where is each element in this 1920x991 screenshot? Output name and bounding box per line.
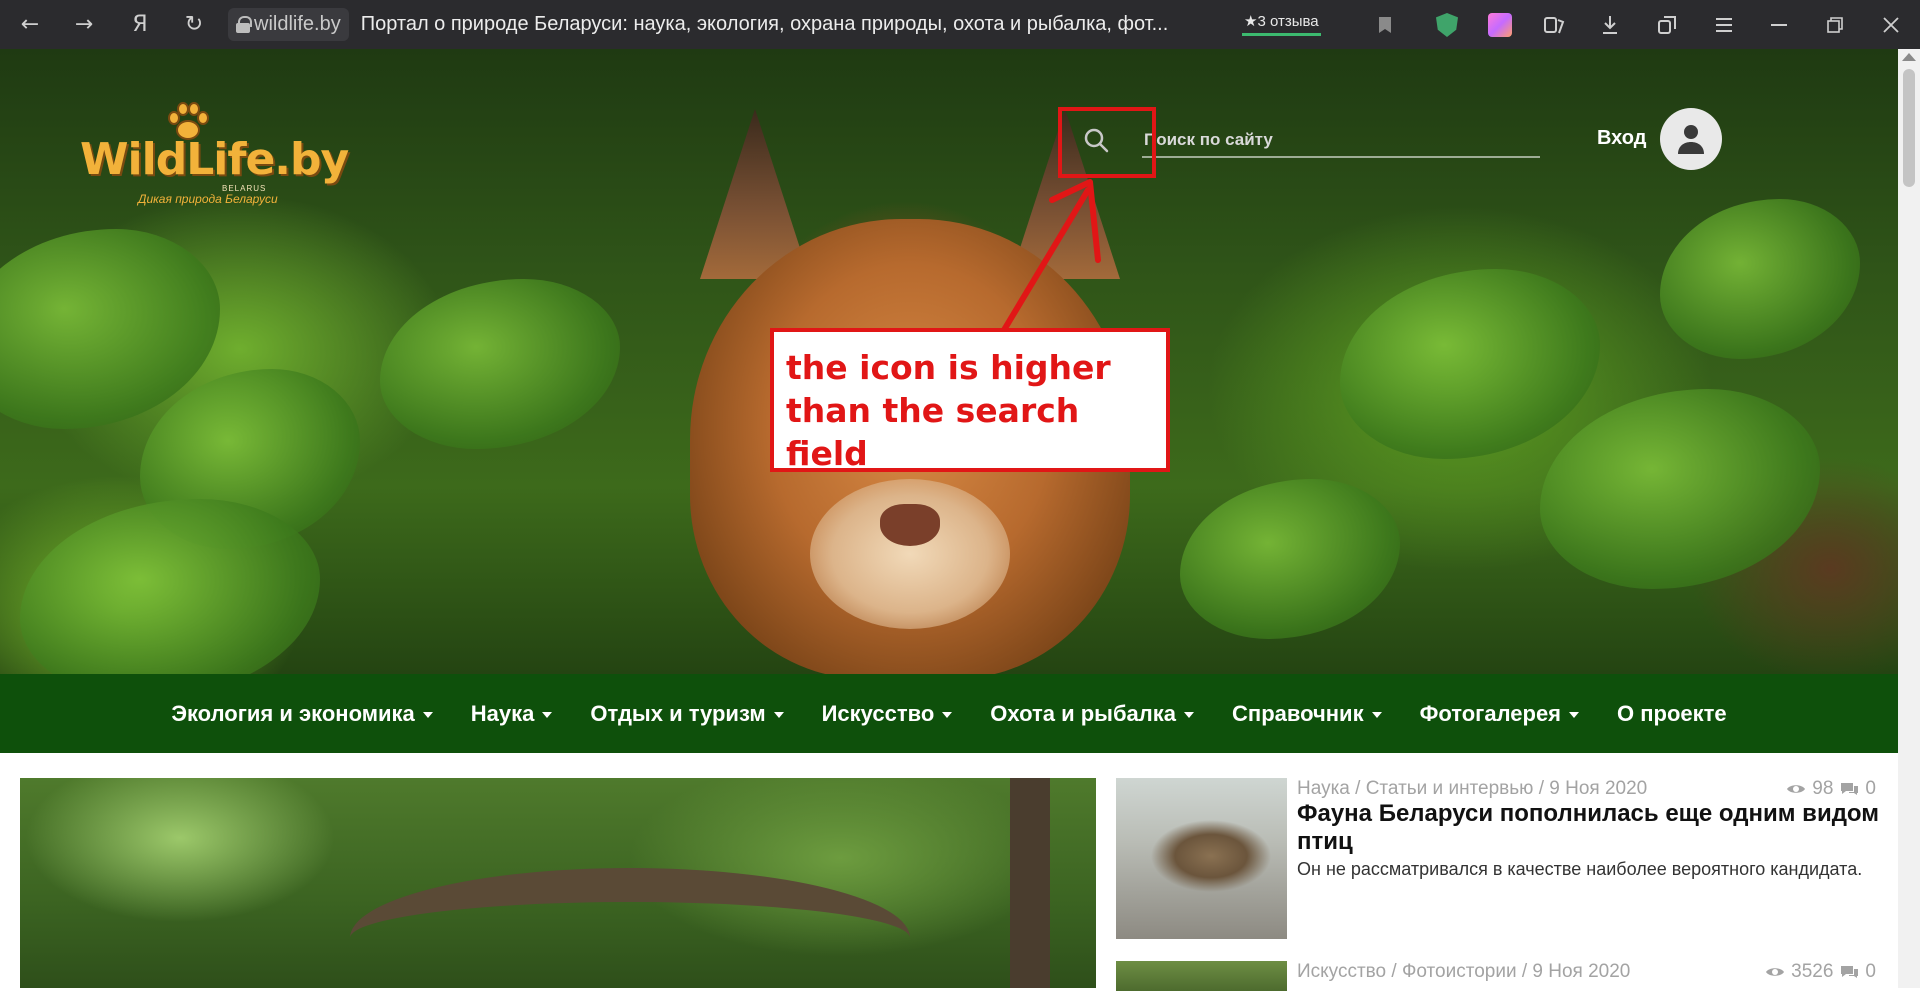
nav-item-label: Справочник [1232, 700, 1364, 726]
news-thumbnail[interactable] [1116, 961, 1287, 991]
domain-pill[interactable]: wildlife.by [228, 8, 349, 41]
comments-icon [1841, 966, 1859, 978]
scroll-up-icon[interactable] [1902, 53, 1916, 61]
comments-count: 0 [1865, 961, 1876, 982]
news-meta[interactable]: Наука / Статьи и интервью / 9 Ноя 2020 [1297, 778, 1647, 800]
minimize-icon[interactable] [1766, 12, 1792, 38]
hero-banner: WildLife.by BELARUS Дикая природа Белару… [0, 49, 1920, 674]
nav-item-tourism[interactable]: Отдых и туризм [590, 700, 784, 727]
download-icon[interactable] [1597, 12, 1623, 38]
collections-icon[interactable] [1541, 12, 1567, 38]
forward-arrow-icon[interactable]: → [68, 10, 100, 38]
annotation-line-2: than the search field [786, 391, 1080, 473]
news-excerpt: Он не рассматривался в качестве наиболее… [1297, 859, 1863, 879]
nav-item-label: Экология и экономика [171, 700, 415, 726]
annotation-arrow-icon [1001, 179, 1101, 333]
chevron-down-icon [422, 711, 433, 718]
views-count: 3526 [1791, 961, 1834, 982]
eye-icon [1787, 785, 1806, 793]
reviews-badge[interactable]: ★3 отзыва [1242, 8, 1321, 36]
chevron-down-icon [1371, 711, 1382, 718]
annotation-line-1: the icon is higher [786, 348, 1111, 387]
chevron-down-icon [1184, 711, 1195, 718]
search-input[interactable] [1142, 128, 1540, 158]
user-icon [1678, 125, 1704, 154]
reviews-label: ★3 отзыва [1244, 12, 1319, 30]
nav-item-gallery[interactable]: Фотогалерея [1419, 700, 1580, 727]
nav-item-science[interactable]: Наука [471, 701, 553, 727]
bookmark-icon[interactable] [1372, 12, 1398, 38]
gradient-extension-icon[interactable] [1487, 12, 1513, 38]
nav-item-about[interactable]: О проекте [1617, 701, 1727, 727]
news-title[interactable]: Фауна Беларуси пополнилась еще одним вид… [1297, 800, 1887, 856]
restore-window-icon[interactable] [1822, 12, 1848, 38]
menu-icon[interactable] [1711, 12, 1737, 38]
page-title: Портал о природе Беларуси: наука, эколог… [360, 13, 1169, 35]
nav-item-label: Наука [470, 700, 535, 726]
login-link[interactable]: Вход [1597, 127, 1646, 150]
close-window-icon[interactable] [1878, 12, 1904, 38]
comments-count: 0 [1865, 778, 1876, 799]
news-thumbnail[interactable] [1116, 778, 1287, 939]
reload-icon[interactable]: ↻ [178, 10, 210, 38]
nav-item-label: Фотогалерея [1419, 700, 1562, 726]
address-bar[interactable]: wildlife.by Портал о природе Беларуси: н… [228, 8, 1228, 41]
yandex-icon[interactable]: Я [124, 10, 156, 38]
nav-item-label: Искусство [821, 700, 935, 726]
browser-toolbar: ← → Я ↻ wildlife.by Портал о природе Бел… [0, 0, 1920, 49]
news-meta[interactable]: Искусство / Фотоистории / 9 Ноя 2020 [1297, 961, 1630, 983]
chevron-down-icon [1569, 711, 1580, 718]
eye-icon [1766, 968, 1785, 976]
nav-item-art[interactable]: Искусство [822, 701, 953, 727]
logo-tagline: Дикая природа Беларуси [138, 192, 278, 206]
chevron-down-icon [773, 711, 784, 718]
featured-article-image[interactable] [20, 778, 1096, 988]
tabs-icon[interactable] [1654, 12, 1680, 38]
news-stats: 98 0 [1786, 778, 1876, 800]
logo-text: WildLife.by [80, 134, 349, 185]
annotation-note: the icon is higher than the search field [770, 328, 1170, 473]
nav-item-label: Охота и рыбалка [990, 700, 1177, 726]
lock-icon [236, 16, 252, 33]
back-arrow-icon[interactable]: ← [14, 10, 46, 38]
chevron-down-icon [542, 711, 553, 718]
comments-icon [1841, 783, 1859, 795]
views-count: 98 [1812, 778, 1834, 799]
page-scrollbar[interactable] [1898, 49, 1920, 988]
domain-text: wildlife.by [254, 13, 341, 35]
nav-item-label: Отдых и туризм [590, 700, 766, 726]
chevron-down-icon [942, 711, 953, 718]
nav-item-reference[interactable]: Справочник [1232, 701, 1382, 727]
news-stats: 3526 0 [1765, 961, 1876, 983]
shield-extension-icon[interactable] [1434, 12, 1460, 38]
news-item[interactable]: Искусство / Фотоистории / 9 Ноя 2020 352… [1116, 961, 1876, 991]
nav-item-label: О проекте [1617, 700, 1727, 726]
news-item[interactable]: Наука / Статьи и интервью / 9 Ноя 2020 9… [1116, 778, 1879, 948]
user-avatar[interactable] [1660, 108, 1722, 170]
nav-item-hunting[interactable]: Охота и рыбалка [990, 700, 1195, 727]
nav-item-ecology[interactable]: Экология и экономика [171, 700, 433, 727]
site-logo[interactable]: WildLife.by BELARUS Дикая природа Белару… [80, 100, 349, 210]
scroll-thumb[interactable] [1903, 69, 1915, 187]
main-navigation: Экология и экономика Наука Отдых и туриз… [0, 674, 1898, 753]
